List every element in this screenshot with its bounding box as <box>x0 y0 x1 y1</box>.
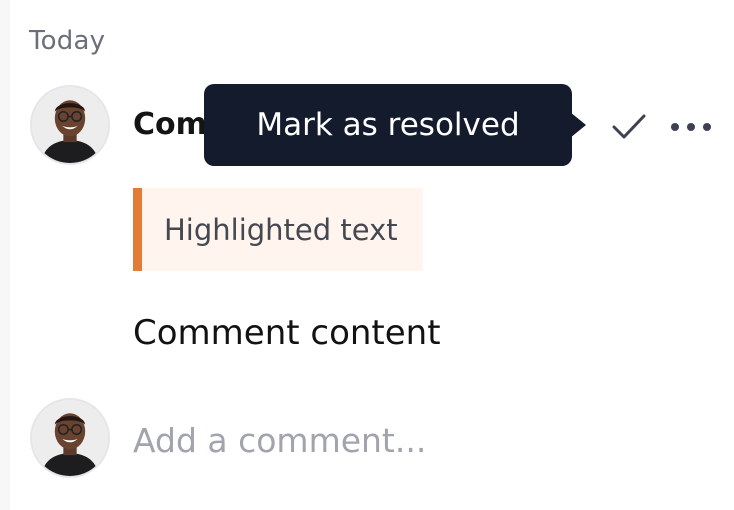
avatar-image <box>32 400 108 476</box>
mark-resolved-button[interactable] <box>606 104 652 150</box>
highlighted-text: Highlighted text <box>164 212 398 247</box>
add-comment-input[interactable] <box>133 417 693 463</box>
more-actions-button[interactable] <box>666 104 716 150</box>
more-horizontal-icon <box>671 123 711 131</box>
current-user-avatar <box>30 398 110 478</box>
highlighted-quote: Highlighted text <box>133 188 423 271</box>
tooltip-label: Mark as resolved <box>256 107 520 143</box>
resolve-tooltip: Mark as resolved <box>204 84 572 166</box>
avatar-image <box>32 87 108 163</box>
comment-content: Comment content <box>133 313 441 353</box>
comment-author-name: Com <box>133 107 207 142</box>
comments-panel: Today Com Mark as resolved Highlighted t… <box>0 0 734 510</box>
checkmark-icon <box>612 114 646 139</box>
tooltip-arrow <box>570 112 586 138</box>
date-group-label: Today <box>29 26 106 56</box>
comment-author-avatar[interactable] <box>30 85 110 165</box>
panel-divider <box>0 0 10 510</box>
